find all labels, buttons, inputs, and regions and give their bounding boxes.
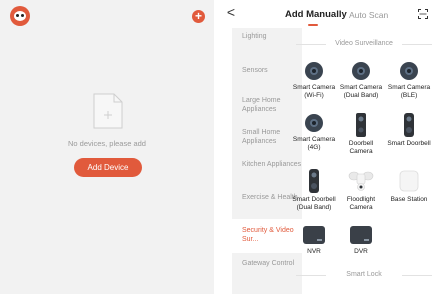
nvr-icon [303,226,325,244]
camera-icon [400,62,418,80]
active-tab-indicator [308,24,318,26]
doorbell-icon [309,169,319,193]
add-device-screen: < Add Manually Auto Scan Lighting Sensor… [218,0,432,294]
avatar-icon[interactable] [10,6,30,26]
device-smart-camera-dual-band[interactable]: Smart Camera (Dual Band) [338,60,384,100]
empty-state-text: No devices, please add [68,139,146,148]
floodlight-camera-icon [348,171,374,191]
base-station-icon [399,170,419,192]
category-item-gateway-control[interactable]: Gateway Control [232,259,312,268]
camera-icon [305,62,323,80]
device-smart-doorbell[interactable]: Smart Doorbell [386,112,432,148]
scan-icon[interactable] [418,9,428,19]
home-screen: + No devices, please add Add Device [0,0,214,294]
device-smart-camera-4g[interactable]: Smart Camera (4G) [291,112,337,152]
device-floodlight-camera[interactable]: Floodlight Camera [338,168,384,212]
device-nvr[interactable]: NVR [291,224,337,256]
dvr-icon [350,226,372,244]
device-smart-camera-wifi[interactable]: Smart Camera (Wi-Fi) [291,60,337,100]
device-doorbell-camera[interactable]: Doorbell Camera [338,112,384,156]
device-dvr[interactable]: DVR [338,224,384,256]
empty-document-icon [93,93,123,129]
doorbell-icon [404,113,414,137]
section-title-video-surveillance: Video Surveillance [296,40,432,47]
device-smart-camera-ble[interactable]: Smart Camera (BLE) [386,60,432,100]
add-icon[interactable]: + [192,10,205,23]
add-device-button[interactable]: Add Device [74,158,142,177]
doorbell-icon [356,113,366,137]
tab-auto-scan[interactable]: Auto Scan [349,10,388,20]
camera-icon [352,62,370,80]
back-button[interactable]: < [224,4,238,20]
device-base-station[interactable]: Base Station [386,168,432,204]
camera-icon [305,114,323,132]
device-smart-doorbell-dual-band[interactable]: Smart Doorbell (Dual Band) [291,168,337,212]
tab-add-manually[interactable]: Add Manually [285,9,347,20]
section-title-smart-lock: Smart Lock [296,271,432,278]
